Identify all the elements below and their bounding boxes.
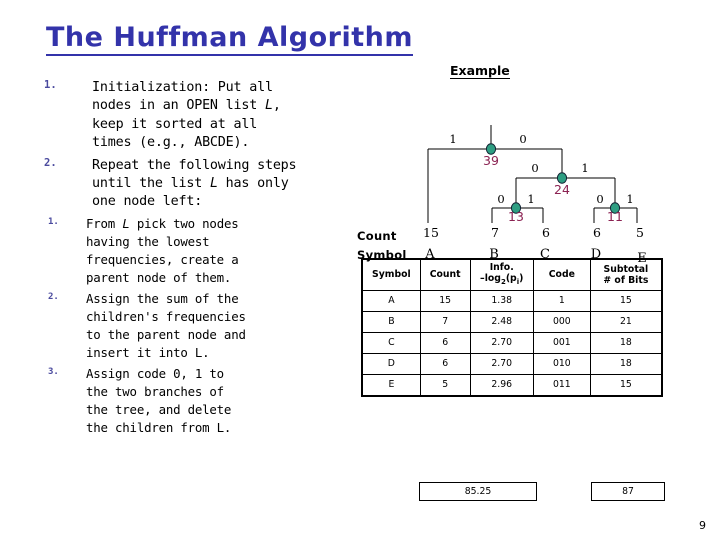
tree-leaf-count-C: 6 [542, 225, 550, 240]
cell-subtotal: 18 [589, 331, 663, 354]
tree-edge-label-6: 0 [596, 192, 603, 206]
cell-info: 2.96 [469, 373, 534, 397]
example-panel: Example 39 24 13 11 1 0 0 1 0 1 0 1 15 7… [355, 55, 715, 525]
list-item-text: From L pick two nodes having the lowest … [86, 215, 239, 285]
tree-leaf-count-D: 6 [593, 225, 601, 240]
col-header-count: Count [419, 257, 471, 291]
page-number: 9 [699, 519, 706, 532]
cell-count: 5 [419, 373, 471, 397]
cell-count: 6 [419, 331, 471, 354]
huffman-tree-diagram: 39 24 13 11 1 0 0 1 0 1 0 1 15 7 6 6 5 A… [423, 125, 647, 263]
cell-code: 010 [532, 352, 591, 375]
col-header-symbol: Symbol [360, 257, 421, 291]
cell-symbol: C [360, 331, 421, 354]
list-item-number: 1. [48, 216, 59, 227]
example-heading: Example [450, 63, 510, 79]
row-label-count: Count [357, 229, 397, 243]
tree-node-value-13: 13 [508, 209, 524, 224]
cell-symbol: A [360, 289, 421, 312]
table-row: B 7 2.48 000 21 [360, 310, 663, 333]
tree-edge-label-2: 0 [531, 161, 538, 175]
table-row: E 5 2.96 011 15 [360, 373, 663, 397]
list-item: 2. Assign the sum of the children's freq… [40, 290, 340, 362]
list-item: 2. Repeat the following steps until the … [40, 156, 340, 211]
list-item: 1. From L pick two nodes having the lowe… [40, 215, 340, 287]
tree-edge-label-5: 1 [527, 192, 534, 206]
tree-leaf-count-B: 7 [491, 225, 499, 240]
cell-subtotal: 15 [589, 373, 663, 397]
cell-info: 2.70 [469, 331, 534, 354]
col-header-subtotal-bits: Subtotal # of Bits [589, 257, 663, 291]
col-header-code: Code [532, 257, 591, 291]
page-title: The Huffman Algorithm [46, 22, 413, 56]
cell-count: 6 [419, 352, 471, 375]
total-info-box: 85.25 [419, 482, 537, 501]
tree-leaf-count-E: 5 [636, 225, 644, 240]
table-header-row: Symbol Count Info. –log2(pi) Code Subtot… [360, 257, 663, 291]
tree-edge-label-4: 0 [497, 192, 504, 206]
tree-edge-label-0: 1 [449, 132, 456, 146]
cell-subtotal: 21 [589, 310, 663, 333]
total-bits-box: 87 [591, 482, 665, 501]
list-item-text: Assign the sum of the children's frequen… [86, 290, 246, 360]
table-row: C 6 2.70 001 18 [360, 331, 663, 354]
cell-code: 000 [532, 310, 591, 333]
col-header-subtotal-line2: # of Bits [603, 274, 649, 286]
cell-symbol: E [360, 373, 421, 397]
list-item-text: Initialization: Put all nodes in an OPEN… [92, 80, 281, 151]
tree-node-value-root: 39 [483, 153, 499, 168]
tree-leaf-count-A: 15 [423, 225, 439, 240]
cell-symbol: D [360, 352, 421, 375]
cell-subtotal: 15 [589, 289, 663, 312]
cell-info: 1.38 [469, 289, 534, 312]
cell-info: 2.70 [469, 352, 534, 375]
list-item-text: Assign code 0, 1 to the two branches of … [86, 365, 232, 435]
tree-edge-label-3: 1 [581, 161, 588, 175]
list-item: 1. Initialization: Put all nodes in an O… [40, 78, 340, 152]
cell-code: 001 [532, 331, 591, 354]
cell-count: 15 [419, 289, 471, 312]
list-item-number: 2. [44, 156, 57, 169]
list-item: 3. Assign code 0, 1 to the two branches … [40, 365, 340, 437]
cell-symbol: B [360, 310, 421, 333]
cell-subtotal: 18 [589, 352, 663, 375]
table-row: D 6 2.70 010 18 [360, 352, 663, 375]
col-header-info-line2: –log2(pi) [480, 273, 524, 286]
table-row: A 15 1.38 1 15 [360, 289, 663, 312]
cell-code: 1 [532, 289, 591, 312]
list-item-number: 1. [44, 79, 57, 91]
outline-list: 1. Initialization: Put all nodes in an O… [40, 78, 340, 440]
tree-edge-label-1: 0 [519, 132, 526, 146]
col-header-info: Info. –log2(pi) [469, 257, 534, 291]
tree-node-value-11: 11 [607, 209, 623, 224]
tree-node-value-24: 24 [554, 182, 570, 197]
list-item-text: Repeat the following steps until the lis… [92, 157, 297, 210]
list-item-number: 3. [48, 366, 59, 377]
huffman-code-table: Symbol Count Info. –log2(pi) Code Subtot… [360, 257, 663, 397]
cell-info: 2.48 [469, 310, 534, 333]
sub-outline-list: 1. From L pick two nodes having the lowe… [40, 215, 340, 437]
cell-code: 011 [532, 373, 591, 397]
tree-edge-label-7: 1 [626, 192, 633, 206]
slide-root: The Huffman Algorithm 1. Initialization:… [0, 0, 720, 540]
list-item-number: 2. [48, 291, 59, 302]
col-header-info-line1: Info. [489, 262, 514, 273]
col-header-subtotal-line1: Subtotal [603, 263, 649, 275]
cell-count: 7 [419, 310, 471, 333]
